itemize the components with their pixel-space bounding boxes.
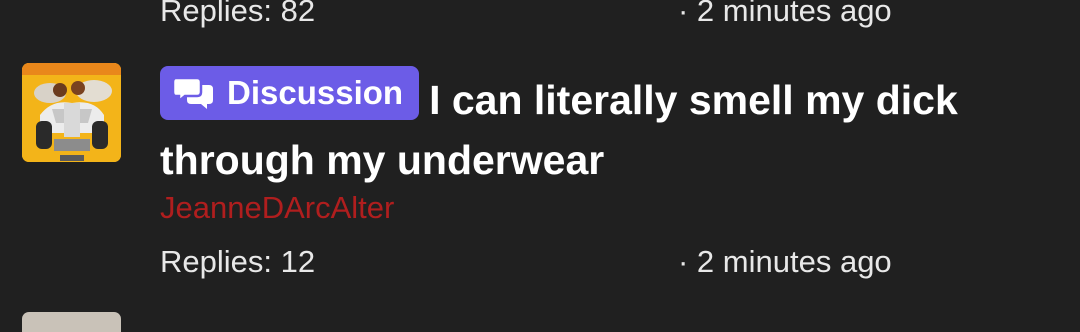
previous-thread-meta: Replies: 82 · 2 minutes ago: [160, 0, 920, 31]
thread-author[interactable]: JeanneDArcAlter: [160, 188, 394, 228]
thumbnail-image: [22, 63, 121, 162]
thread-meta: Replies: 12 · 2 minutes ago: [160, 242, 920, 282]
chat-bubbles-icon: [173, 76, 215, 110]
replies-count: Replies: 82: [160, 0, 316, 28]
thread-thumbnail[interactable]: [22, 63, 121, 162]
discussion-badge[interactable]: Discussion: [160, 66, 420, 120]
replies-count: Replies: 12: [160, 244, 316, 279]
next-thread-thumbnail[interactable]: [22, 312, 121, 332]
thread-timestamp: · 2 minutes ago: [678, 244, 892, 279]
thread-timestamp: · 2 minutes ago: [678, 0, 892, 28]
thread-title-block[interactable]: Discussion I can literally smell my dick…: [160, 66, 1030, 190]
badge-label: Discussion: [227, 74, 404, 111]
